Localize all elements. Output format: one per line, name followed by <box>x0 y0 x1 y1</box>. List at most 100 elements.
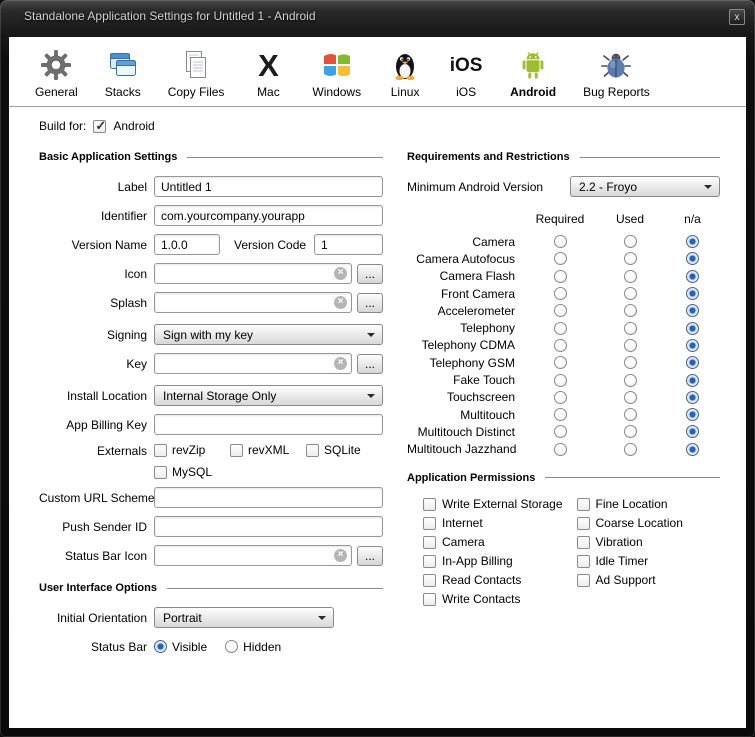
external-revxml-option[interactable]: revXML <box>230 443 306 457</box>
permission-item[interactable]: Ad Support <box>577 573 721 588</box>
toolbar-item-general[interactable]: General <box>35 48 78 99</box>
permission-item[interactable]: Write Contacts <box>423 592 567 607</box>
requirement-radio-na[interactable] <box>686 287 699 300</box>
external-revzip-option[interactable]: revZip <box>154 443 230 457</box>
status-bar-icon-browse-button[interactable]: ... <box>357 546 383 566</box>
permission-item[interactable]: In-App Billing <box>423 554 567 569</box>
requirement-radio-na[interactable] <box>686 391 699 404</box>
external-mysql-option[interactable]: MySQL <box>154 465 230 479</box>
requirement-radio-used[interactable] <box>624 252 637 265</box>
toolbar-item-stacks[interactable]: Stacks <box>105 48 141 99</box>
requirement-radio-na[interactable] <box>686 356 699 369</box>
permission-checkbox[interactable] <box>423 498 436 511</box>
requirement-radio-used[interactable] <box>624 408 637 421</box>
clear-icon[interactable] <box>334 296 347 309</box>
permission-item[interactable]: Idle Timer <box>577 554 721 569</box>
requirement-radio-na[interactable] <box>686 304 699 317</box>
key-browse-button[interactable]: ... <box>357 354 383 374</box>
clear-icon[interactable] <box>334 549 347 562</box>
permission-item[interactable]: Coarse Location <box>577 516 721 531</box>
requirement-radio-na[interactable] <box>686 339 699 352</box>
requirement-radio-required[interactable] <box>554 408 567 421</box>
mysql-checkbox[interactable] <box>154 466 167 479</box>
version-name-input[interactable] <box>154 234 220 255</box>
requirement-radio-na[interactable] <box>686 408 699 421</box>
close-button[interactable]: x <box>729 9 745 25</box>
requirement-radio-na[interactable] <box>686 425 699 438</box>
requirement-radio-na[interactable] <box>686 270 699 283</box>
requirement-radio-required[interactable] <box>554 443 567 456</box>
toolbar-item-bug-reports[interactable]: Bug Reports <box>583 48 650 99</box>
requirement-radio-required[interactable] <box>554 391 567 404</box>
requirement-radio-used[interactable] <box>624 287 637 300</box>
permission-checkbox[interactable] <box>423 555 436 568</box>
initial-orientation-dropdown[interactable]: Portrait <box>154 607 334 628</box>
key-input[interactable] <box>154 353 352 374</box>
requirement-radio-required[interactable] <box>554 339 567 352</box>
requirement-radio-used[interactable] <box>624 425 637 438</box>
revzip-checkbox[interactable] <box>154 444 167 457</box>
requirement-radio-used[interactable] <box>624 270 637 283</box>
permission-item[interactable]: Vibration <box>577 535 721 550</box>
toolbar-item-windows[interactable]: Windows <box>312 48 361 99</box>
toolbar-item-mac[interactable]: X Mac <box>251 48 285 99</box>
requirement-radio-used[interactable] <box>624 322 637 335</box>
external-sqlite-option[interactable]: SQLite <box>306 443 382 457</box>
status-bar-hidden-radio[interactable] <box>225 640 238 653</box>
requirement-radio-used[interactable] <box>624 356 637 369</box>
status-bar-visible-radio[interactable] <box>154 640 167 653</box>
requirement-radio-required[interactable] <box>554 356 567 369</box>
toolbar-item-android[interactable]: Android <box>510 48 556 99</box>
requirement-radio-required[interactable] <box>554 252 567 265</box>
status-bar-icon-input[interactable] <box>154 545 352 566</box>
titlebar[interactable]: Standalone Application Settings for Unti… <box>0 0 755 37</box>
requirement-radio-required[interactable] <box>554 235 567 248</box>
requirement-radio-required[interactable] <box>554 304 567 317</box>
splash-input[interactable] <box>154 292 352 313</box>
icon-input[interactable] <box>154 263 352 284</box>
permission-checkbox[interactable] <box>423 574 436 587</box>
requirement-radio-required[interactable] <box>554 270 567 283</box>
sqlite-checkbox[interactable] <box>306 444 319 457</box>
install-location-dropdown[interactable]: Internal Storage Only <box>154 385 383 406</box>
permission-item[interactable]: Fine Location <box>577 497 721 512</box>
minimum-android-version-dropdown[interactable]: 2.2 - Froyo <box>570 176 720 197</box>
requirement-radio-used[interactable] <box>624 304 637 317</box>
version-code-input[interactable] <box>314 234 383 255</box>
toolbar-item-linux[interactable]: Linux <box>388 48 422 99</box>
requirement-radio-na[interactable] <box>686 443 699 456</box>
permission-item[interactable]: Internet <box>423 516 567 531</box>
permission-checkbox[interactable] <box>423 517 436 530</box>
requirement-radio-required[interactable] <box>554 374 567 387</box>
permission-item[interactable]: Camera <box>423 535 567 550</box>
clear-icon[interactable] <box>334 267 347 280</box>
requirement-radio-used[interactable] <box>624 391 637 404</box>
requirement-radio-used[interactable] <box>624 374 637 387</box>
signing-dropdown[interactable]: Sign with my key <box>154 324 383 345</box>
splash-browse-button[interactable]: ... <box>357 293 383 313</box>
requirement-radio-required[interactable] <box>554 287 567 300</box>
icon-browse-button[interactable]: ... <box>357 264 383 284</box>
build-for-android-checkbox[interactable] <box>93 120 106 133</box>
revxml-checkbox[interactable] <box>230 444 243 457</box>
app-billing-key-input[interactable] <box>154 414 383 435</box>
permission-checkbox[interactable] <box>577 555 590 568</box>
toolbar-item-copy-files[interactable]: Copy Files <box>168 48 225 99</box>
permission-checkbox[interactable] <box>577 517 590 530</box>
status-bar-hidden-option[interactable]: Hidden <box>225 640 281 654</box>
label-input[interactable] <box>154 176 383 197</box>
requirement-radio-used[interactable] <box>624 443 637 456</box>
permission-checkbox[interactable] <box>577 574 590 587</box>
permission-item[interactable]: Read Contacts <box>423 573 567 588</box>
requirement-radio-required[interactable] <box>554 425 567 438</box>
requirement-radio-na[interactable] <box>686 252 699 265</box>
requirement-radio-required[interactable] <box>554 322 567 335</box>
requirement-radio-na[interactable] <box>686 322 699 335</box>
identifier-input[interactable] <box>154 205 383 226</box>
permission-checkbox[interactable] <box>423 593 436 606</box>
permission-checkbox[interactable] <box>577 536 590 549</box>
status-bar-visible-option[interactable]: Visible <box>154 640 207 654</box>
requirement-radio-na[interactable] <box>686 374 699 387</box>
permission-item[interactable]: Write External Storage <box>423 497 567 512</box>
requirement-radio-used[interactable] <box>624 339 637 352</box>
